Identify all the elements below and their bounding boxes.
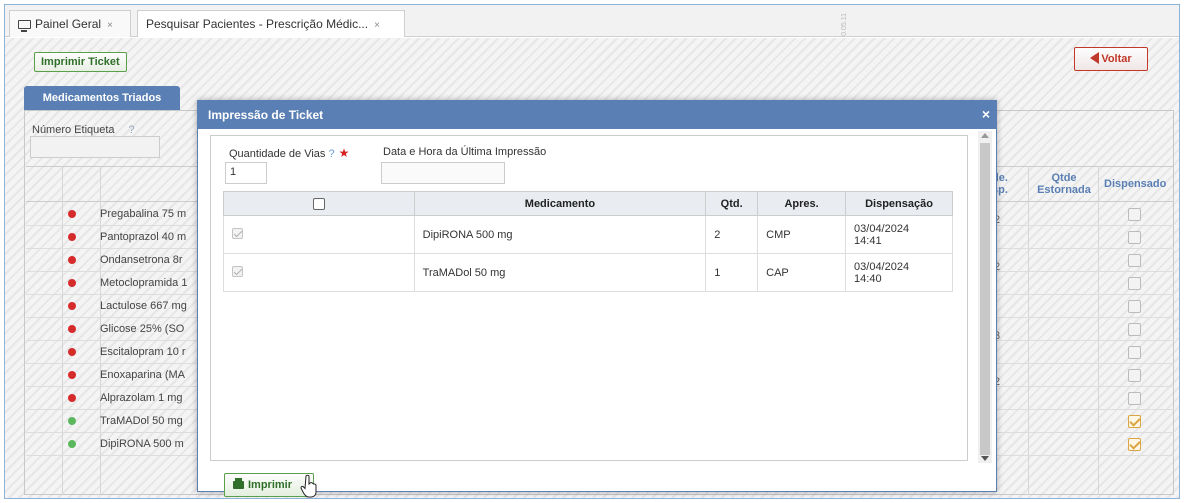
- monitor-icon: [18, 20, 31, 32]
- cell-qtd: 1: [705, 253, 759, 292]
- dispensed-checkbox[interactable]: [1128, 346, 1141, 359]
- print-ticket-modal: Impressão de Ticket × Quantidade de Vias…: [197, 100, 997, 497]
- close-icon[interactable]: ×: [374, 20, 380, 31]
- row-select-cell: [223, 253, 415, 292]
- status-dot-icon: [68, 256, 76, 264]
- back-button[interactable]: Voltar: [1074, 47, 1148, 71]
- cell-qtd: 2: [705, 215, 759, 254]
- required-star-icon: ★: [338, 146, 350, 160]
- print-ticket-button[interactable]: Imprimir Ticket: [34, 52, 127, 72]
- cell-time: 14:41: [854, 234, 882, 247]
- label-numero-etiqueta: Número Etiqueta?: [32, 124, 135, 136]
- cell-date: 03/04/2024: [854, 222, 910, 235]
- status-dot-icon: [68, 325, 76, 333]
- last-print-label: Data e Hora da Última Impressão: [383, 146, 547, 158]
- table-row: DipiRONA 500 mg 2 CMP 03/04/2024 14:41: [223, 215, 953, 254]
- help-icon[interactable]: ?: [328, 148, 334, 160]
- medication-name: Escitalopram 10 r: [100, 346, 186, 358]
- dispensed-checkbox[interactable]: [1128, 300, 1141, 313]
- medication-name: Pregabalina 75 m: [100, 208, 187, 220]
- medications-table: Medicamento Qtd. Apres. Dispensação Dipi…: [223, 191, 953, 292]
- tab-medicamentos-triados[interactable]: Medicamentos Triados: [24, 86, 180, 110]
- dispensed-checkbox[interactable]: [1128, 323, 1141, 336]
- close-icon[interactable]: ×: [107, 20, 113, 31]
- close-icon[interactable]: ×: [982, 101, 990, 127]
- table-row: TraMADol 50 mg 1 CAP 03/04/2024 14:40: [223, 253, 953, 292]
- back-button-label: Voltar: [1101, 53, 1132, 65]
- modal-scrollbar[interactable]: [978, 131, 992, 463]
- status-dot-icon: [68, 417, 76, 425]
- cell-dispensacao: 03/04/2024 14:40: [845, 253, 953, 292]
- scroll-thumb[interactable]: [980, 143, 990, 455]
- header-medicamento: Medicamento: [413, 191, 707, 216]
- medication-name: Alprazolam 1 mg: [100, 392, 183, 404]
- scroll-down-icon[interactable]: [981, 456, 989, 461]
- select-all-header: [223, 191, 415, 216]
- medication-name: Enoxaparina (MA: [100, 369, 185, 381]
- qty-label-text: Quantidade de Vias: [229, 148, 326, 160]
- status-dot-icon: [68, 279, 76, 287]
- medication-name: Metoclopramida 1: [100, 277, 188, 289]
- medication-name: Lactulose 667 mg: [100, 300, 187, 312]
- cell-time: 14:40: [854, 272, 882, 285]
- hand-cursor-icon: [300, 474, 317, 498]
- status-dot-icon: [68, 210, 76, 218]
- back-arrow-icon: [1090, 52, 1100, 64]
- tab-label: Pesquisar Pacientes - Prescrição Médic..…: [146, 17, 369, 31]
- medication-name: Pantoprazol 40 m: [100, 231, 187, 243]
- medication-name: Glicose 25% (SO: [100, 323, 185, 335]
- header-qtde-estornada: Qtde Estornada: [1037, 172, 1091, 196]
- status-dot-icon: [68, 394, 76, 402]
- numero-etiqueta-input[interactable]: [30, 136, 160, 158]
- tab-pesquisar-pacientes[interactable]: Pesquisar Pacientes - Prescrição Médic..…: [137, 10, 405, 37]
- medication-name: DipiRONA 500 m: [100, 438, 184, 450]
- row-select-cell: [223, 215, 415, 254]
- header-apres: Apres.: [757, 191, 847, 216]
- last-print-field: [381, 162, 505, 184]
- qty-input[interactable]: 1: [225, 162, 267, 184]
- version-text: 0.05.11: [841, 13, 848, 36]
- medication-name: TraMADol 50 mg: [100, 415, 183, 427]
- cell-apres: CAP: [757, 253, 847, 292]
- header-qtd: Qtd.: [705, 191, 759, 216]
- dispensed-checkbox[interactable]: [1128, 277, 1141, 290]
- modal-title: Impressão de Ticket: [208, 108, 324, 122]
- status-dot-icon: [68, 233, 76, 241]
- header-dispensado: Dispensado: [1104, 178, 1167, 190]
- dispensed-checkbox[interactable]: [1128, 415, 1141, 428]
- dispensed-checkbox[interactable]: [1128, 438, 1141, 451]
- row-checkbox: [232, 265, 243, 277]
- dispensed-checkbox[interactable]: [1128, 369, 1141, 382]
- cell-medicamento: DipiRONA 500 mg: [413, 215, 707, 254]
- dispensed-checkbox[interactable]: [1128, 254, 1141, 267]
- select-all-checkbox[interactable]: [312, 197, 325, 210]
- tab-bar: Painel Geral × Pesquisar Pacientes - Pres…: [5, 5, 1179, 37]
- help-icon[interactable]: ?: [129, 124, 135, 136]
- printer-icon: [233, 478, 244, 489]
- scroll-up-icon[interactable]: [981, 133, 989, 138]
- status-dot-icon: [68, 440, 76, 448]
- cell-date: 03/04/2024: [854, 260, 910, 273]
- cell-medicamento: TraMADol 50 mg: [413, 253, 707, 292]
- dispensed-checkbox[interactable]: [1128, 208, 1141, 221]
- dispensed-checkbox[interactable]: [1128, 392, 1141, 405]
- modal-body: Quantidade de Vias? ★ 1 Data e Hora da Úl…: [210, 135, 968, 461]
- dispensed-checkbox[interactable]: [1128, 231, 1141, 244]
- label-text: Número Etiqueta: [32, 124, 115, 136]
- cell-dispensacao: 03/04/2024 14:41: [845, 215, 953, 254]
- tab-label: Painel Geral: [35, 17, 102, 31]
- qty-label: Quantidade de Vias? ★: [229, 146, 349, 160]
- header-dispensacao: Dispensação: [845, 191, 953, 216]
- modal-header: Impressão de Ticket ×: [198, 101, 996, 129]
- cell-apres: CMP: [757, 215, 847, 254]
- tab-painel-geral[interactable]: Painel Geral ×: [9, 10, 131, 37]
- status-dot-icon: [68, 371, 76, 379]
- row-checkbox: [232, 227, 243, 239]
- medication-name: Ondansetrona 8r: [100, 254, 183, 266]
- print-button-label: Imprimir: [248, 479, 293, 491]
- status-dot-icon: [68, 302, 76, 310]
- status-dot-icon: [68, 348, 76, 356]
